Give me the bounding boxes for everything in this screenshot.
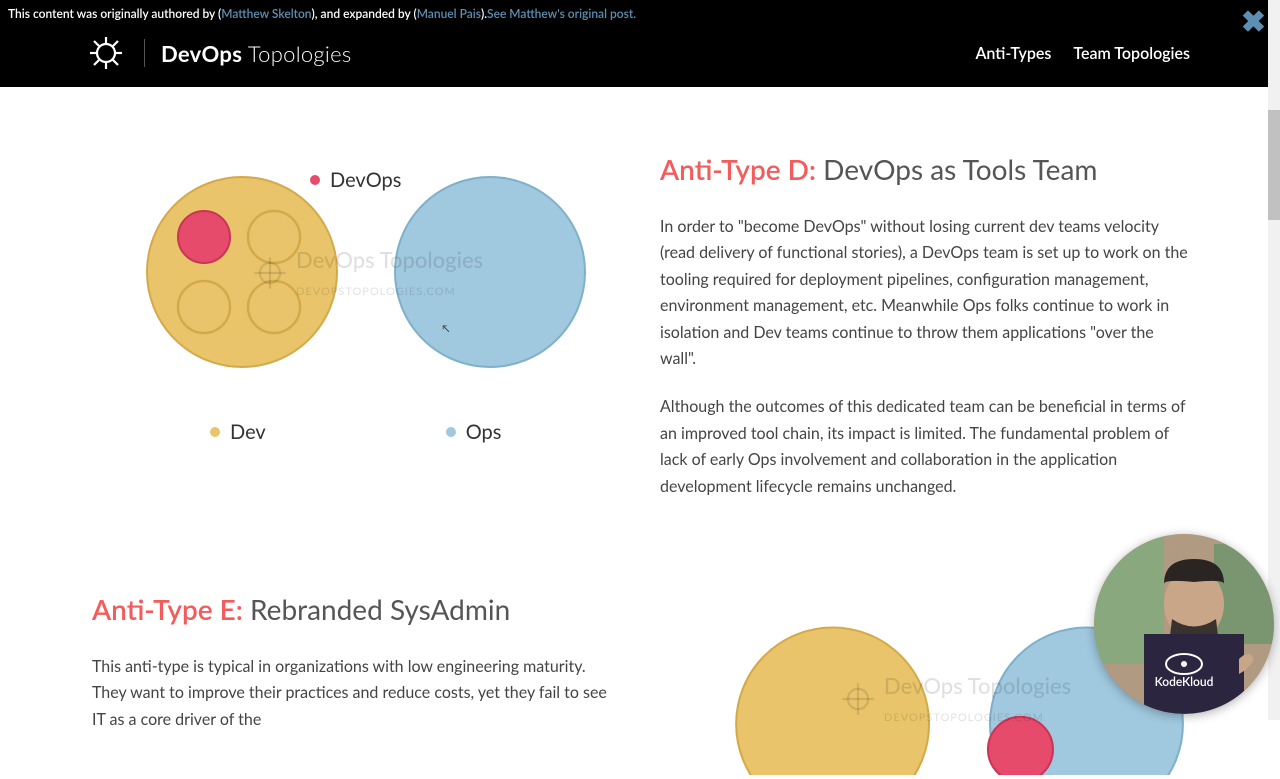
logo-icon <box>90 37 122 69</box>
nav-team-topologies[interactable]: Team Topologies <box>1073 44 1190 63</box>
nav-anti-types[interactable]: Anti-Types <box>975 44 1051 63</box>
banner-text-1: This content was originally authored by … <box>8 6 221 21</box>
legend-devops: DevOps <box>310 168 401 192</box>
dot-devops-icon <box>310 175 320 185</box>
original-post-link[interactable]: See Matthew's original post. <box>487 6 636 21</box>
main-content: DevOps DevOps TopologiesDEVOPSTOPOLOGIES… <box>0 152 1280 779</box>
cursor-icon: ↖ <box>442 323 450 335</box>
svg-text:KodeKloud: KodeKloud <box>1155 674 1214 689</box>
diagram-anti-type-d: DevOps DevOps TopologiesDEVOPSTOPOLOGIES… <box>92 152 612 522</box>
dot-dev-icon <box>210 427 220 437</box>
paragraph-d-2: Although the outcomes of this dedicated … <box>660 394 1188 500</box>
banner-text-2: ), and expanded by ( <box>312 6 417 21</box>
scrollbar-thumb[interactable] <box>1268 110 1280 220</box>
author-link-1[interactable]: Matthew Skelton <box>221 6 311 21</box>
heading-anti-type-e: Anti-Type E: Rebranded SysAdmin <box>92 592 612 626</box>
logo-text: DevOps Topologies <box>161 40 352 67</box>
logo[interactable]: DevOps Topologies <box>90 37 352 69</box>
dot-ops-icon <box>446 427 456 437</box>
video-pip[interactable]: KodeKloud <box>1094 534 1274 714</box>
main-nav: DevOps Topologies Anti-Types Team Topolo… <box>0 27 1280 87</box>
heading-anti-type-d: Anti-Type D: DevOps as Tools Team <box>660 152 1188 186</box>
attribution-banner: This content was originally authored by … <box>0 0 1280 27</box>
paragraph-e-1: This anti-type is typical in organizatio… <box>92 654 612 733</box>
close-icon[interactable]: ✖ <box>1241 6 1266 36</box>
paragraph-d-1: In order to "become DevOps" without losi… <box>660 214 1188 372</box>
legend-dev: Dev <box>210 420 266 444</box>
legend-ops: Ops <box>446 420 502 444</box>
author-link-2[interactable]: Manuel Pais <box>417 6 481 21</box>
